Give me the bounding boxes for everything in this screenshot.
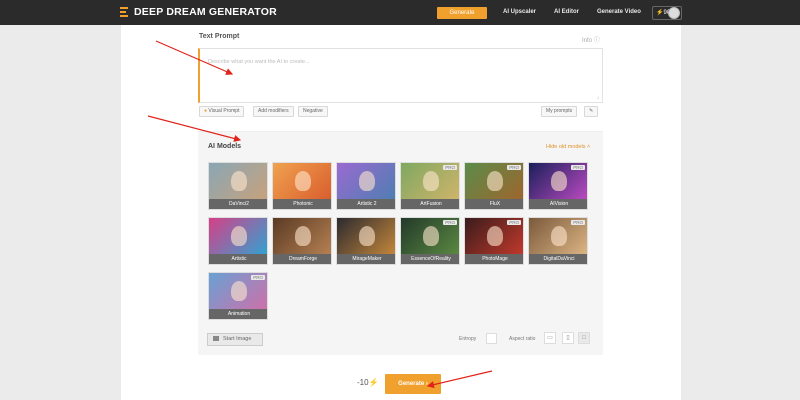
model-name: Photonic <box>273 199 331 209</box>
nav-ai-upscaler[interactable]: AI Upscaler <box>503 9 536 15</box>
info-label: Info <box>582 38 593 44</box>
square-icon: □ <box>582 335 586 341</box>
pro-badge: PRO <box>571 220 585 225</box>
model-thumbnail <box>273 163 331 201</box>
model-name: MirageMaker <box>337 254 395 264</box>
aspect-landscape-button[interactable]: ▭ <box>544 332 556 344</box>
model-name: AIVision <box>529 199 587 209</box>
info-icon: ⓘ <box>593 38 600 44</box>
thumbnail-subject <box>487 226 503 246</box>
palette-icon: ● <box>204 108 208 114</box>
model-tile[interactable]: EssenceOfReality PRO <box>400 217 460 265</box>
image-icon <box>213 336 219 341</box>
model-thumbnail <box>337 163 395 201</box>
prompt-textarea[interactable]: Describe what you want the AI to create.… <box>198 48 603 103</box>
chevron-up-icon: ˄ <box>586 144 591 150</box>
resize-handle-icon[interactable]: ⌟ <box>597 94 599 100</box>
logo-icon <box>120 7 128 18</box>
hide-old-models-link[interactable]: Hide old models ˄ <box>546 144 590 150</box>
start-image-label: Start Image <box>223 336 252 342</box>
text-prompt-label: Text Prompt <box>199 33 240 40</box>
model-name: ArtFusion <box>401 199 459 209</box>
hide-old-models-label: Hide old models <box>546 144 586 150</box>
nav-generate-video[interactable]: Generate Video <box>597 9 641 15</box>
generate-button[interactable]: Generate › <box>385 374 441 394</box>
model-name: FluX <box>465 199 523 209</box>
model-tile[interactable]: MirageMaker <box>336 217 396 265</box>
model-tile[interactable]: DreamForge <box>272 217 332 265</box>
wand-icon: ✎ <box>589 108 594 114</box>
model-tile[interactable]: AIVision PRO <box>528 162 588 210</box>
model-tile[interactable]: FluX PRO <box>464 162 524 210</box>
pro-badge: PRO <box>443 165 457 170</box>
thumbnail-subject <box>551 226 567 246</box>
model-tile[interactable]: DaVinci2 <box>208 162 268 210</box>
model-name: DigitalDaVinci <box>529 254 587 264</box>
model-thumbnail <box>209 163 267 201</box>
model-name: Artistic <box>209 254 267 264</box>
thumbnail-subject <box>423 226 439 246</box>
visual-prompt-label: Visual Prompt <box>208 108 240 114</box>
thumbnail-subject <box>487 171 503 191</box>
model-thumbnail <box>209 218 267 256</box>
aspect-square-button[interactable]: □ <box>578 332 590 344</box>
model-tile[interactable]: DigitalDaVinci PRO <box>528 217 588 265</box>
pro-badge: PRO <box>507 165 521 170</box>
landscape-icon: ▭ <box>547 335 553 341</box>
model-name: EssenceOfReality <box>401 254 459 264</box>
thumbnail-subject <box>231 281 247 301</box>
thumbnail-subject <box>423 171 439 191</box>
thumbnail-subject <box>231 226 247 246</box>
info-link[interactable]: Info ⓘ <box>582 35 600 44</box>
chevron-right-icon: › <box>425 381 428 387</box>
model-name: Artistic 2 <box>337 199 395 209</box>
prompt-placeholder: Describe what you want the AI to create.… <box>208 59 310 65</box>
ai-models-title: AI Models <box>208 143 242 150</box>
top-navigation-bar: DEEP DREAM GENERATOR Generate AI Upscale… <box>0 0 800 25</box>
bolt-icon: ⚡ <box>368 378 379 387</box>
thumbnail-subject <box>359 226 375 246</box>
model-name: DaVinci2 <box>209 199 267 209</box>
cost-value: -10 <box>357 378 369 387</box>
pro-badge: PRO <box>443 220 457 225</box>
thumbnail-subject <box>231 171 247 191</box>
my-prompts-button[interactable]: My prompts <box>541 106 578 117</box>
start-image-button[interactable]: Start Image <box>207 333 263 346</box>
magic-wand-button[interactable]: ✎ <box>584 106 599 117</box>
aspect-portrait-button[interactable]: ▯ <box>562 332 574 344</box>
nav-generate-button[interactable]: Generate <box>437 7 487 19</box>
model-tile[interactable]: Animation PRO <box>208 272 268 320</box>
thumbnail-subject <box>359 171 375 191</box>
model-tile[interactable]: PhotoMage PRO <box>464 217 524 265</box>
generation-cost: -10⚡ <box>357 378 379 387</box>
thumbnail-subject <box>551 171 567 191</box>
brand-name[interactable]: DEEP DREAM GENERATOR <box>134 6 277 18</box>
thumbnail-subject <box>295 171 311 191</box>
portrait-icon: ▯ <box>566 335 570 341</box>
visual-prompt-button[interactable]: ● Visual Prompt <box>199 106 245 117</box>
model-tile[interactable]: Artistic 2 <box>336 162 396 210</box>
add-modifiers-button[interactable]: Add modifiers <box>253 106 294 117</box>
entropy-checkbox[interactable] <box>486 333 497 344</box>
pro-badge: PRO <box>571 165 585 170</box>
generate-label: Generate <box>398 381 425 387</box>
model-name: Animation <box>209 309 267 319</box>
model-name: DreamForge <box>273 254 331 264</box>
entropy-label: Entropy <box>459 336 477 342</box>
model-thumbnail <box>273 218 331 256</box>
thumbnail-subject <box>295 226 311 246</box>
model-thumbnail <box>337 218 395 256</box>
negative-button[interactable]: Negative <box>298 106 328 117</box>
model-tile[interactable]: Artistic <box>208 217 268 265</box>
nav-ai-editor[interactable]: AI Editor <box>554 9 579 15</box>
model-name: PhotoMage <box>465 254 523 264</box>
aspect-ratio-label: Aspect ratio <box>509 336 536 342</box>
model-tile[interactable]: Photonic <box>272 162 332 210</box>
avatar[interactable] <box>668 7 680 19</box>
pro-badge: PRO <box>507 220 521 225</box>
model-tile[interactable]: ArtFusion PRO <box>400 162 460 210</box>
pro-badge: PRO <box>251 275 265 280</box>
